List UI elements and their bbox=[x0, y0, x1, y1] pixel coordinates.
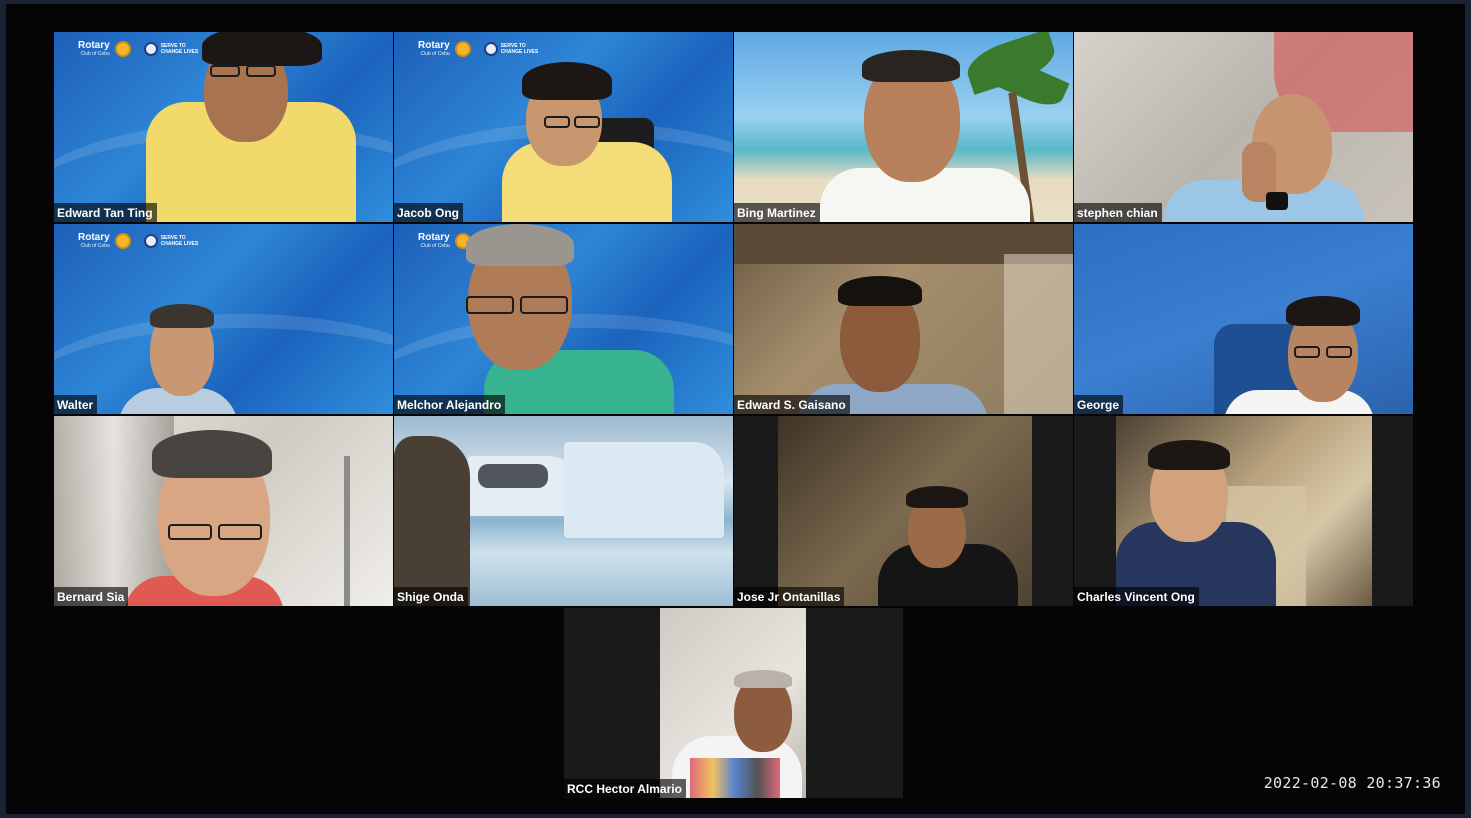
rotary-logo: Rotary Club of Cebu SERVE TO CHANGE LIVES bbox=[78, 40, 199, 57]
participant-name-label: Edward Tan Ting bbox=[54, 203, 157, 222]
rotary-wheel-icon bbox=[454, 41, 471, 57]
serve-badge: SERVE TO CHANGE LIVES bbox=[143, 42, 198, 56]
video-tile-melchor-alejandro[interactable]: Rotary Club of Cebu Melchor Alejandro bbox=[394, 224, 733, 414]
video-tile-bernard-sia[interactable]: Bernard Sia bbox=[54, 416, 393, 606]
participant-name-label: stephen chian bbox=[1074, 203, 1162, 222]
recording-timestamp: 2022-02-08 20:37:36 bbox=[1263, 774, 1441, 792]
video-tile-stephen-chian[interactable]: stephen chian bbox=[1074, 32, 1413, 222]
participant-name-label: Bing Martinez bbox=[734, 203, 820, 222]
rotary-logo: Rotary Club of Cebu bbox=[418, 233, 471, 249]
participant-name-label: Shige Onda bbox=[394, 587, 468, 606]
video-tile-bing-martinez[interactable]: Bing Martinez bbox=[734, 32, 1073, 222]
participant-name-label: Walter bbox=[54, 395, 98, 414]
video-tile-jacob-ong[interactable]: Rotary Club of Cebu SERVE TO CHANGE LIVES … bbox=[394, 32, 733, 222]
rotary-logo: Rotary Club of Cebu SERVE TO CHANGE LIVES bbox=[78, 232, 199, 249]
video-tile-george[interactable]: George bbox=[1074, 224, 1413, 414]
participant-name-label: Melchor Alejandro bbox=[394, 395, 506, 414]
video-tile-edward-s-gaisano[interactable]: Edward S. Gaisano bbox=[734, 224, 1073, 414]
rotary-wheel-icon bbox=[114, 233, 131, 249]
participant-name-label: Charles Vincent Ong bbox=[1074, 587, 1199, 606]
rotary-wheel-icon bbox=[114, 41, 131, 57]
participant-name-label: RCC Hector Almario bbox=[564, 779, 686, 798]
participant-name-label: George bbox=[1074, 395, 1124, 414]
video-gallery: Rotary Club of Cebu SERVE TO CHANGE LIVES … bbox=[6, 4, 1465, 814]
rotary-logo: Rotary Club of Cebu SERVE TO CHANGE LIVES bbox=[418, 40, 539, 57]
serve-icon bbox=[143, 42, 158, 56]
participant-name-label: Edward S. Gaisano bbox=[734, 395, 850, 414]
participant-name-label: Jacob Ong bbox=[394, 203, 464, 222]
serve-badge: SERVE TO CHANGE LIVES bbox=[143, 234, 198, 248]
video-tile-walter[interactable]: Rotary Club of Cebu SERVE TO CHANGE LIVES … bbox=[54, 224, 393, 414]
video-tile-shige-onda[interactable]: Shige Onda bbox=[394, 416, 733, 606]
serve-icon bbox=[483, 42, 498, 56]
video-tile-edward-tan-ting[interactable]: Rotary Club of Cebu SERVE TO CHANGE LIVES … bbox=[54, 32, 393, 222]
video-tile-jose-jr-ontanillas[interactable]: Jose Jr Ontanillas bbox=[734, 416, 1073, 606]
video-tile-rcc-hector-almario[interactable]: RCC Hector Almario bbox=[564, 608, 903, 798]
serve-badge: SERVE TO CHANGE LIVES bbox=[483, 42, 538, 56]
video-tile-charles-vincent-ong[interactable]: Charles Vincent Ong bbox=[1074, 416, 1413, 606]
participant-name-label: Jose Jr Ontanillas bbox=[734, 587, 845, 606]
participant-name-label: Bernard Sia bbox=[54, 587, 129, 606]
serve-icon bbox=[143, 234, 158, 248]
